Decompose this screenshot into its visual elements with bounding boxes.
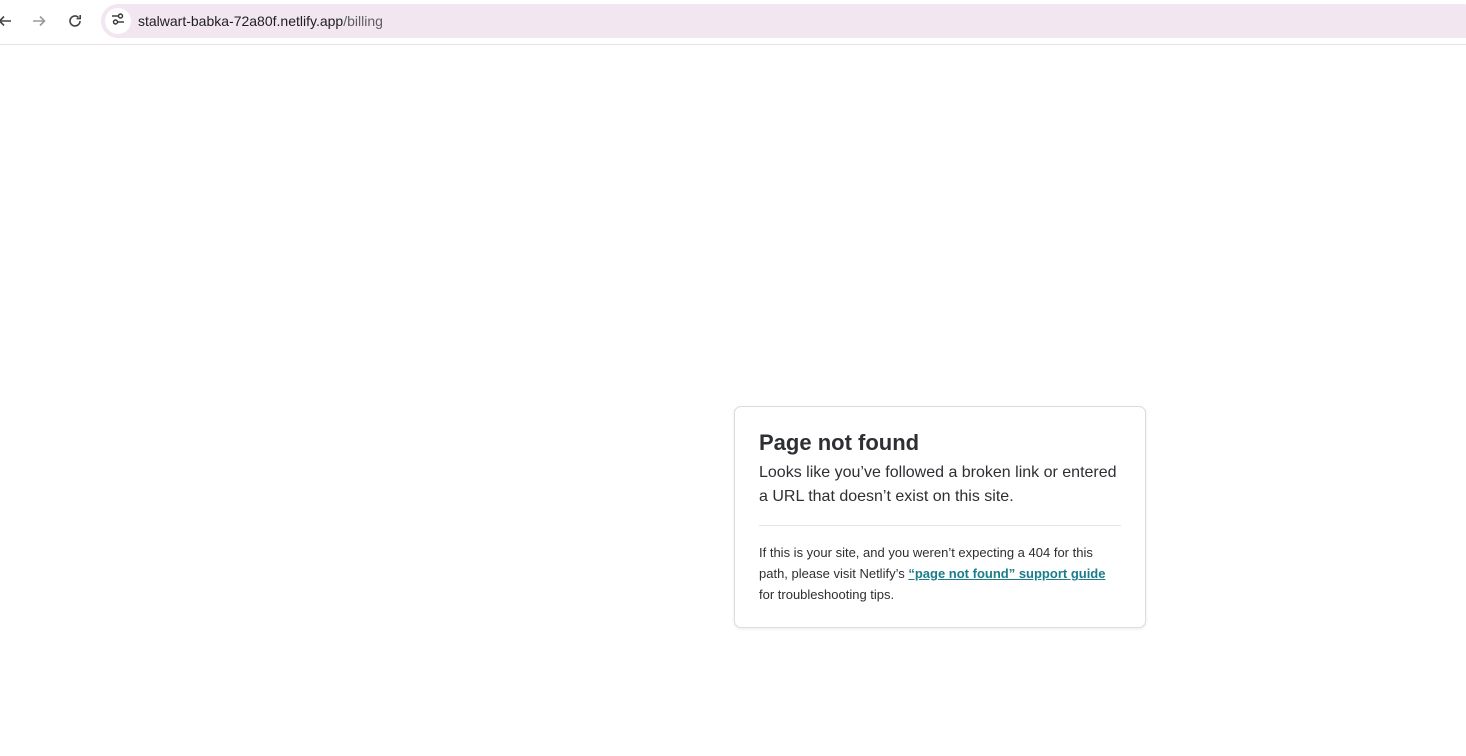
url-path: /billing — [343, 13, 383, 29]
back-button[interactable] — [0, 8, 18, 34]
divider — [759, 525, 1121, 526]
url-host: stalwart-babka-72a80f.netlify.app — [138, 13, 344, 29]
forward-arrow-icon — [31, 13, 47, 29]
site-info-button[interactable] — [105, 8, 131, 34]
reload-button[interactable] — [62, 8, 88, 34]
browser-toolbar: stalwart-babka-72a80f.netlify.app/billin… — [0, 0, 1466, 45]
back-arrow-icon — [0, 13, 13, 29]
help-text: If this is your site, and you weren’t ex… — [759, 542, 1121, 605]
not-found-card: Page not found Looks like you’ve followe… — [734, 406, 1146, 628]
support-guide-link[interactable]: “page not found” support guide — [908, 566, 1105, 581]
tune-icon — [111, 12, 125, 31]
reload-icon — [67, 13, 83, 29]
page-title: Page not found — [759, 430, 920, 455]
forward-button[interactable] — [26, 8, 52, 34]
help-text-suffix: for troubleshooting tips. — [759, 587, 895, 602]
address-bar[interactable]: stalwart-babka-72a80f.netlify.app/billin… — [101, 4, 1466, 38]
url-text[interactable]: stalwart-babka-72a80f.netlify.app/billin… — [138, 13, 383, 29]
error-description: Looks like you’ve followed a broken link… — [759, 464, 1117, 505]
